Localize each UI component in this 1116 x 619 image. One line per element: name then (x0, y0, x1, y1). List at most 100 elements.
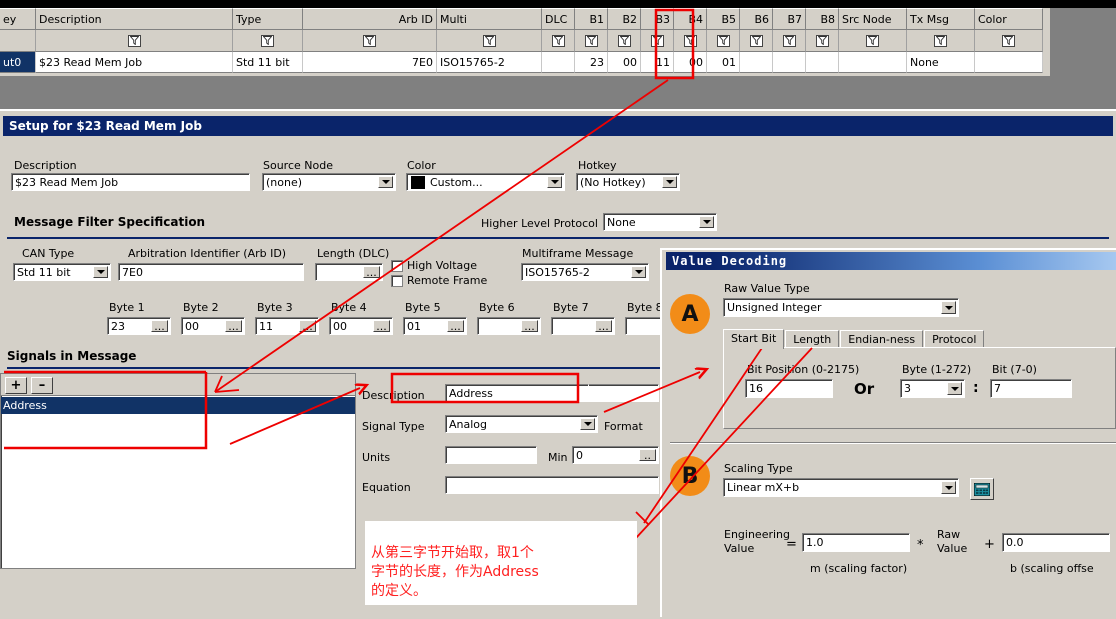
byte-3-input[interactable]: 11... (255, 317, 319, 335)
funnel-icon[interactable] (650, 34, 664, 47)
byte-6-browse-button[interactable]: ... (521, 320, 538, 332)
chevron-down-icon[interactable] (662, 176, 677, 188)
grid-cell-9[interactable]: 00 (674, 52, 707, 73)
grid-cell-0[interactable]: ut0 (0, 52, 36, 73)
grid-cell-1[interactable]: $23 Read Mem Job (36, 52, 233, 73)
grid-filter-cell-11[interactable] (740, 30, 773, 52)
chevron-down-icon[interactable] (941, 301, 956, 314)
grid-cell-15[interactable]: None (907, 52, 975, 73)
grid-filter-cell-14[interactable] (839, 30, 907, 52)
scaling-offset-input[interactable]: 0.0 (1002, 533, 1110, 552)
funnel-icon[interactable] (584, 34, 598, 47)
funnel-icon[interactable] (815, 34, 829, 47)
grid-column-header-dlc[interactable]: DLC (542, 8, 575, 30)
dlc-browse-button[interactable]: ... (363, 266, 380, 278)
grid-column-header-color[interactable]: Color (975, 8, 1043, 30)
grid-filter-cell-16[interactable] (975, 30, 1043, 52)
add-signal-button[interactable]: + (5, 377, 27, 394)
funnel-icon[interactable] (683, 34, 697, 47)
min-input[interactable]: 0 .. (572, 446, 659, 464)
byte-1-browse-button[interactable]: ... (151, 320, 168, 332)
grid-filter-cell-2[interactable] (233, 30, 303, 52)
grid-column-header-b1[interactable]: B1 (575, 8, 608, 30)
grid-column-header-b7[interactable]: B7 (773, 8, 806, 30)
signals-listbox[interactable]: + – Address (0, 373, 356, 569)
color-select[interactable]: Custom... (406, 173, 565, 191)
signal-description-input[interactable]: Address (445, 384, 589, 402)
source-node-select[interactable]: (none) (262, 173, 396, 191)
grid-filter-cell-5[interactable] (542, 30, 575, 52)
grid-column-header-b4[interactable]: B4 (674, 8, 707, 30)
grid-cell-7[interactable]: 00 (608, 52, 641, 73)
signal-type-select[interactable]: Analog (445, 415, 598, 433)
byte-5-browse-button[interactable]: ... (447, 320, 464, 332)
units-input[interactable] (445, 446, 537, 464)
grid-cell-14[interactable] (839, 52, 907, 73)
grid-cell-5[interactable] (542, 52, 575, 73)
grid-filter-cell-9[interactable] (674, 30, 707, 52)
funnel-icon[interactable] (866, 34, 879, 47)
grid-column-header-type[interactable]: Type (233, 8, 303, 30)
byte-2-browse-button[interactable]: ... (225, 320, 242, 332)
grid-column-header-description[interactable]: Description (36, 8, 233, 30)
grid-column-header-b5[interactable]: B5 (707, 8, 740, 30)
byte-select[interactable]: 3 (900, 379, 965, 398)
grid-filter-cell-7[interactable] (608, 30, 641, 52)
funnel-icon[interactable] (363, 34, 376, 47)
funnel-icon[interactable] (749, 34, 763, 47)
grid-column-header-tx-msg[interactable]: Tx Msg (907, 8, 975, 30)
grid-filter-cell-3[interactable] (303, 30, 437, 52)
chevron-down-icon[interactable] (941, 481, 956, 494)
grid-cell-10[interactable]: 01 (707, 52, 740, 73)
byte-4-browse-button[interactable]: ... (373, 320, 390, 332)
scaling-type-select[interactable]: Linear mX+b (723, 478, 959, 497)
funnel-icon[interactable] (1002, 34, 1015, 47)
scaling-factor-input[interactable]: 1.0 (802, 533, 910, 552)
chevron-down-icon[interactable] (947, 382, 962, 395)
high-voltage-checkbox[interactable] (391, 260, 403, 272)
description-input[interactable]: $23 Read Mem Job (11, 173, 250, 191)
byte-7-input[interactable]: ... (551, 317, 615, 335)
chevron-down-icon[interactable] (631, 266, 646, 278)
signal-description-input-ext[interactable] (589, 384, 659, 402)
grid-filter-cell-1[interactable] (36, 30, 233, 52)
grid-cell-11[interactable] (740, 52, 773, 73)
grid-cell-8[interactable]: 11 (641, 52, 674, 73)
grid-column-header-b3[interactable]: B3 (641, 8, 674, 30)
grid-cell-3[interactable]: 7E0 (303, 52, 437, 73)
byte-1-input[interactable]: 23... (107, 317, 171, 335)
table-row[interactable]: ut0 $23 Read Mem Job Std 11 bit 7E0 ISO15765… (0, 52, 1050, 74)
chevron-down-icon[interactable] (699, 216, 714, 228)
equation-input[interactable] (445, 476, 659, 494)
bit-input[interactable]: 7 (990, 379, 1072, 398)
arb-id-input[interactable]: 7E0 (118, 263, 304, 281)
grid-cell-16[interactable] (975, 52, 1043, 73)
min-browse-button[interactable]: .. (639, 449, 656, 461)
byte-6-input[interactable]: ... (477, 317, 541, 335)
byte-3-browse-button[interactable]: ... (299, 320, 316, 332)
grid-filter-cell-6[interactable] (575, 30, 608, 52)
bit-position-input[interactable]: 16 (745, 379, 833, 398)
grid-column-header-b2[interactable]: B2 (608, 8, 641, 30)
grid-filter-cell-13[interactable] (806, 30, 839, 52)
grid-column-header-multi[interactable]: Multi (437, 8, 542, 30)
funnel-icon[interactable] (934, 34, 947, 47)
funnel-icon[interactable] (551, 34, 565, 47)
byte-5-input[interactable]: 01... (403, 317, 467, 335)
grid-cell-6[interactable]: 23 (575, 52, 608, 73)
remove-signal-button[interactable]: – (31, 377, 53, 394)
grid-filter-cell-10[interactable] (707, 30, 740, 52)
grid-filter-cell-4[interactable] (437, 30, 542, 52)
byte-4-input[interactable]: 00... (329, 317, 393, 335)
grid-column-header-arb-id[interactable]: Arb ID (303, 8, 437, 30)
grid-column-header-b8[interactable]: B8 (806, 8, 839, 30)
grid-cell-13[interactable] (806, 52, 839, 73)
grid-filter-cell-15[interactable] (907, 30, 975, 52)
byte-2-input[interactable]: 00... (181, 317, 245, 335)
funnel-icon[interactable] (482, 34, 496, 47)
hotkey-select[interactable]: (No Hotkey) (576, 173, 680, 191)
higher-level-protocol-select[interactable]: None (603, 213, 717, 231)
chevron-down-icon[interactable] (93, 266, 108, 278)
multiframe-select[interactable]: ISO15765-2 (521, 263, 649, 281)
funnel-icon[interactable] (716, 34, 730, 47)
